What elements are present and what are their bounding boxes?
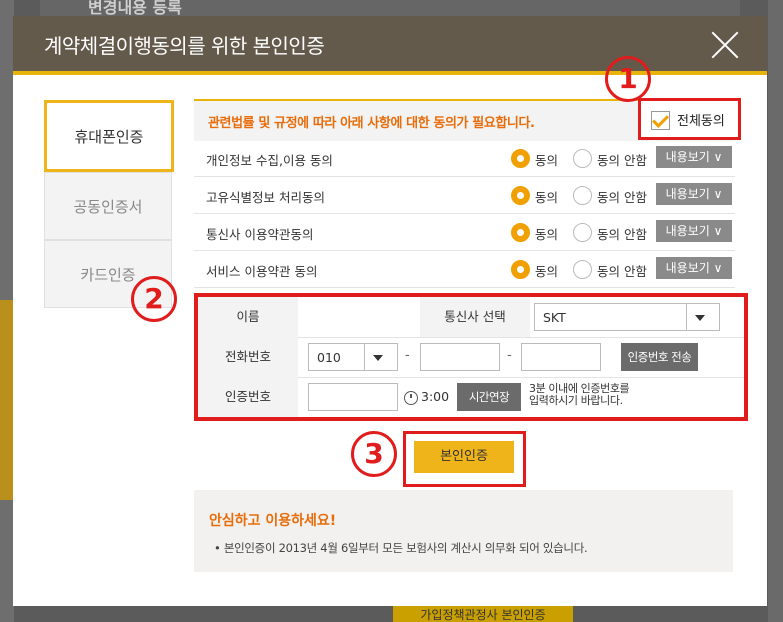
dash-separator: -: [507, 348, 512, 363]
verify-button-highlight: 본인인증: [403, 431, 526, 487]
background-bottom-button: 가입정책관정사 본인인증: [393, 606, 573, 622]
agree-label: 동의: [535, 264, 559, 279]
tab-mobile[interactable]: 휴대폰인증: [44, 100, 174, 172]
modal-title: 계약체결이행동의를 위한 본인인증: [44, 34, 325, 58]
annotation-1: 1: [605, 56, 651, 102]
disagree-radio[interactable]: [573, 186, 592, 205]
verify-button[interactable]: 본인인증: [414, 441, 514, 473]
disagree-radio[interactable]: [573, 223, 592, 242]
disagree-radio[interactable]: [573, 149, 592, 168]
view-content-button[interactable]: 내용보기 ∨: [656, 183, 732, 205]
agree-all-label: 전체동의: [677, 114, 725, 129]
annotation-2: 2: [131, 276, 177, 322]
verification-form: 이름 통신사 선택 SKT 전화번호 010 - - 인증번호 전송 인증번호 …: [194, 293, 748, 421]
phone-middle-field[interactable]: [420, 343, 500, 371]
view-content-button[interactable]: 내용보기 ∨: [656, 257, 732, 279]
info-text: • 본인인증이 2013년 4월 6일부터 모든 보험사의 계산시 의무화 되어…: [214, 541, 588, 555]
consent-row-service-terms: 서비스 이용약관 동의 동의 동의 안함 내용보기 ∨: [194, 250, 735, 288]
disagree-label: 동의 안함: [597, 190, 647, 205]
carrier-select[interactable]: SKT: [534, 303, 720, 331]
extend-time-button[interactable]: 시간연장: [457, 383, 521, 411]
chevron-down-icon: [364, 344, 391, 370]
annotation-3: 3: [351, 431, 397, 477]
consent-label: 고유식별정보 처리동의: [206, 190, 325, 205]
code-note: 3분 이내에 인증번호를 입력하시기 바랍니다.: [529, 382, 630, 407]
info-title: 안심하고 이용하세요!: [209, 513, 337, 529]
close-icon[interactable]: [710, 30, 740, 60]
phone-prefix-select[interactable]: 010: [308, 343, 398, 371]
agree-label: 동의: [535, 227, 559, 242]
background-heading: 변경내용 등록: [40, 0, 740, 16]
form-row-phone: 전화번호 010 - - 인증번호 전송: [198, 337, 744, 378]
dash-separator: -: [405, 348, 410, 363]
info-box: 안심하고 이용하세요! • 본인인증이 2013년 4월 6일부터 모든 보험사…: [194, 490, 733, 572]
agree-radio[interactable]: [511, 260, 530, 279]
view-content-button[interactable]: 내용보기 ∨: [656, 146, 732, 168]
agree-radio[interactable]: [511, 149, 530, 168]
agree-label: 동의: [535, 153, 559, 168]
view-content-button[interactable]: 내용보기 ∨: [656, 220, 732, 242]
chevron-down-icon: [686, 304, 713, 330]
carrier-label: 통신사 선택: [420, 297, 530, 337]
disagree-label: 동의 안함: [597, 227, 647, 242]
code-field[interactable]: [308, 383, 398, 411]
countdown-timer: 3:00: [421, 389, 450, 404]
disagree-label: 동의 안함: [597, 153, 647, 168]
consent-label: 통신사 이용약관동의: [206, 227, 314, 242]
form-row-name: 이름 통신사 선택 SKT: [198, 297, 744, 338]
checkmark-icon: [651, 111, 670, 130]
modal-header: 계약체결이행동의를 위한 본인인증: [13, 16, 767, 75]
consent-label: 개인정보 수집,이용 동의: [206, 153, 333, 168]
consent-row-unique-id: 고유식별정보 처리동의 동의 동의 안함 내용보기 ∨: [194, 176, 735, 214]
form-row-code: 인증번호 3:00 시간연장 3분 이내에 인증번호를 입력하시기 바랍니다.: [198, 377, 744, 417]
disagree-radio[interactable]: [573, 260, 592, 279]
tab-certificate[interactable]: 공동인증서: [44, 172, 172, 240]
code-label: 인증번호: [198, 377, 298, 417]
name-field[interactable]: [304, 303, 414, 331]
consent-header-text: 관련법률 및 규정에 따라 아래 사항에 대한 동의가 필요합니다.: [208, 116, 535, 131]
disagree-label: 동의 안함: [597, 264, 647, 279]
background-left-strip: [0, 300, 14, 500]
send-code-button[interactable]: 인증번호 전송: [621, 343, 698, 371]
agree-label: 동의: [535, 190, 559, 205]
name-label: 이름: [198, 297, 298, 337]
agree-radio[interactable]: [511, 186, 530, 205]
background-right-panel: [768, 0, 783, 622]
consent-label: 서비스 이용약관 동의: [206, 264, 318, 279]
consent-row-carrier-terms: 통신사 이용약관동의 동의 동의 안함 내용보기 ∨: [194, 213, 735, 251]
agree-radio[interactable]: [511, 223, 530, 242]
identity-verification-modal: 계약체결이행동의를 위한 본인인증 휴대폰인증 공동인증서 카드인증 관련법률 …: [13, 16, 767, 606]
phone-last-field[interactable]: [521, 343, 601, 371]
consent-row-privacy: 개인정보 수집,이용 동의 동의 동의 안함 내용보기 ∨: [194, 139, 735, 177]
agree-all-checkbox[interactable]: 전체동의: [638, 98, 741, 140]
clock-icon: [404, 391, 418, 405]
phone-label: 전화번호: [198, 337, 298, 377]
